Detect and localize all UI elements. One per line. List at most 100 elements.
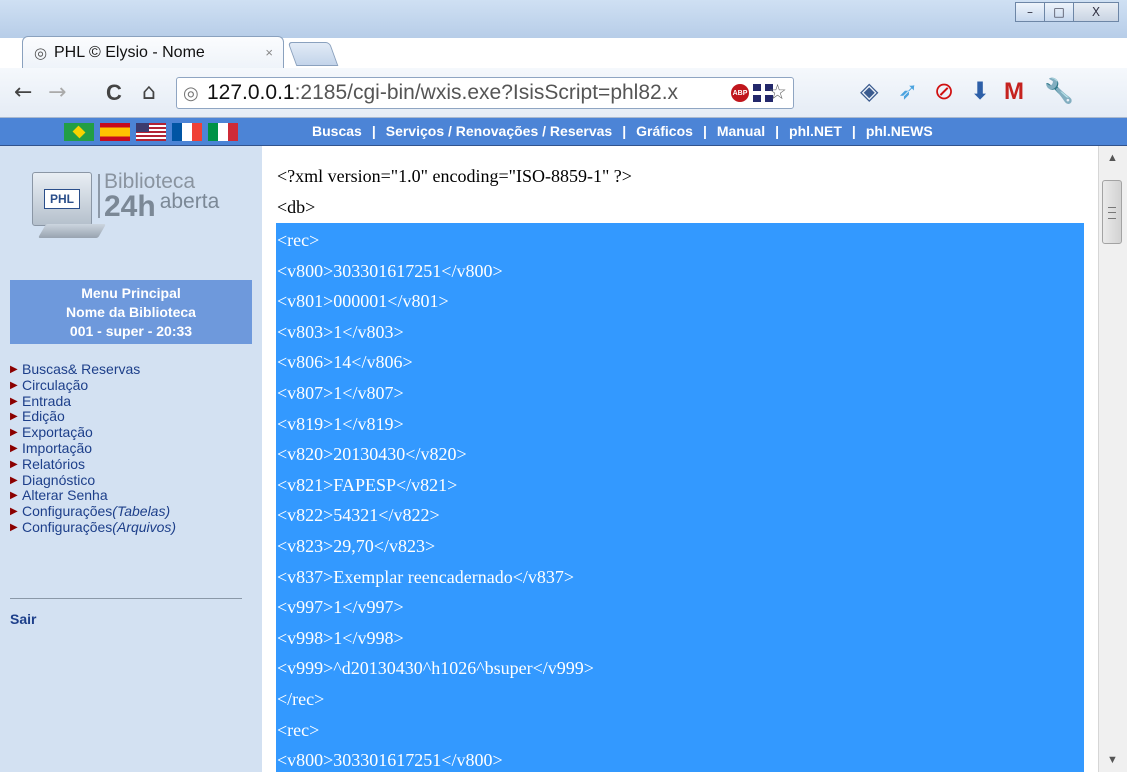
nav-link[interactable]: Buscas (312, 123, 362, 139)
triangle-right-icon: ▶ (10, 364, 18, 375)
menu-title: Menu Principal (81, 285, 181, 301)
back-button[interactable]: ← (14, 80, 32, 105)
reload-button[interactable]: C (106, 80, 122, 106)
xml-line-selected: <v997>1</v997> (277, 597, 404, 618)
spain-flag-icon[interactable] (100, 123, 130, 141)
menu-item-label: Entrada (22, 392, 72, 409)
menu-item-label: Configurações (22, 503, 113, 520)
menu-item-label: Exportação (22, 424, 93, 441)
new-tab-button[interactable] (287, 42, 339, 66)
menu-item[interactable]: ▶ Configurações (Tabelas) (10, 503, 252, 520)
xml-line-selected: <rec> (277, 719, 320, 740)
xml-content: <?xml version="1.0" encoding="ISO-8859-1… (262, 146, 1098, 772)
brazil-flag-icon[interactable] (64, 123, 94, 141)
nav-link[interactable]: phl.NEWS (866, 123, 933, 139)
xml-line-selected: <rec> (277, 230, 320, 250)
browser-tab[interactable]: ◎ PHL © Elysio - Nome × (22, 36, 284, 69)
logout-link[interactable]: Sair (10, 611, 36, 627)
nav-link[interactable]: Gráficos (636, 123, 693, 139)
sidebar: PHL Biblioteca 24h aberta Menu Principal … (0, 146, 262, 772)
nav-link[interactable]: phl.NET (789, 123, 842, 139)
nav-link[interactable]: Manual (717, 123, 765, 139)
triangle-right-icon: ▶ (10, 521, 18, 533)
xml-line-selected: <v801>000001</v801> (277, 291, 449, 312)
xml-line-selected: <v800>303301617251</v800> (277, 260, 503, 281)
menu-item-label: Configurações (22, 518, 113, 535)
menu-item[interactable]: ▶ Relatórios (10, 455, 252, 473)
site-nav-bar: Buscas | Serviços / Renovações / Reservas |… (0, 118, 1127, 146)
address-bar[interactable]: ◎ 127.0.0.1:2185/cgi-bin/wxis.exe?IsisSc… (176, 77, 794, 109)
home-button[interactable]: ⌂ (142, 80, 156, 105)
vertical-scrollbar[interactable]: ▲ ▼ (1098, 146, 1127, 772)
menu-item-label: Buscas& Reservas (22, 361, 141, 377)
menu-item[interactable]: ▶ Circulação (10, 376, 252, 394)
close-window-button[interactable]: X (1073, 2, 1119, 22)
xml-line-selected: <v821>FAPESP</v821> (277, 474, 458, 495)
italy-flag-icon[interactable] (208, 123, 238, 141)
xml-line-selected: <v822>54321</v822> (277, 505, 440, 526)
tab-close-icon[interactable]: × (265, 45, 273, 60)
scroll-thumb[interactable] (1102, 180, 1122, 244)
menu-item-label: Relatórios (22, 455, 86, 472)
triangle-right-icon: ▶ (10, 427, 18, 439)
language-flags (64, 123, 238, 141)
url-path: :2185/cgi-bin/wxis.exe?IsisScript=phl82.… (294, 81, 679, 104)
triangle-right-icon: ▶ (10, 490, 18, 502)
adblock-icon[interactable]: ABP (731, 84, 749, 102)
ext-eye-icon[interactable]: ◈ (860, 78, 878, 106)
menu-header: Menu Principal Nome da Biblioteca 001 - … (10, 280, 252, 344)
menu-item-qualifier: (Arquivos) (112, 518, 177, 535)
xml-line-selected: <v803>1</v803> (277, 321, 404, 342)
triangle-right-icon: ▶ (10, 458, 18, 470)
menu-item-label: Alterar Senha (22, 487, 108, 504)
menu-item[interactable]: ▶ Buscas& Reservas (10, 361, 252, 378)
top-menu: Buscas | Serviços / Renovações / Reservas |… (312, 123, 933, 139)
xml-line: <?xml version="1.0" encoding="ISO-8859-1… (277, 166, 632, 186)
window-titlebar: – □ X (0, 0, 1127, 38)
ext-bird-icon[interactable]: ➶ (898, 78, 918, 106)
triangle-right-icon: ▶ (10, 474, 18, 486)
keyboard-icon (37, 224, 107, 238)
menu-item[interactable]: ▶ Importação (10, 440, 252, 457)
xml-line-selected: <v998>1</v998> (277, 627, 404, 648)
xml-line-selected: <v800>303301617251</v800> (277, 750, 503, 771)
menu-item[interactable]: ▶ Exportação (10, 424, 252, 441)
logo-24h: 24h (104, 190, 156, 223)
wrench-icon[interactable]: 🔧 (1044, 78, 1074, 106)
nav-separator: | (851, 123, 856, 139)
menu-item-label: Diagnóstico (22, 471, 96, 488)
menu-item[interactable]: ▶ Configurações (Arquivos) (10, 518, 252, 536)
menu-item[interactable]: ▶ Edição (10, 409, 252, 425)
nav-separator: | (371, 123, 376, 139)
menu-item[interactable]: ▶ Entrada (10, 392, 252, 410)
france-flag-icon[interactable] (172, 123, 202, 141)
nav-separator: | (702, 123, 707, 139)
nav-separator: | (775, 123, 780, 139)
scroll-up-icon[interactable]: ▲ (1107, 152, 1118, 164)
xml-line-selected: </rec> (277, 689, 325, 709)
xml-line-selected: <v823>29,70</v823> (277, 536, 436, 556)
grip-icon (1108, 207, 1116, 219)
xml-line-selected: <v806>14</v806> (277, 352, 413, 373)
xml-line-selected: <v999>^d20130430^h1026^bsuper</v999> (277, 658, 594, 679)
ext-block-icon[interactable]: ⊘ (934, 78, 954, 106)
menu-item[interactable]: ▶ Alterar Senha (10, 488, 252, 504)
scroll-down-icon[interactable]: ▼ (1107, 754, 1118, 766)
triangle-right-icon: ▶ (10, 379, 18, 391)
nav-link[interactable]: Serviços / Renovações / Reservas (386, 123, 612, 139)
forward-button[interactable]: → (48, 80, 66, 105)
bookmark-star-icon[interactable]: ☆ (768, 80, 787, 105)
usa-flag-icon[interactable] (136, 123, 166, 141)
minimize-button[interactable]: – (1015, 2, 1045, 22)
maximize-button[interactable]: □ (1044, 2, 1074, 22)
library-name: Nome da Biblioteca (66, 304, 196, 320)
ext-download-icon[interactable]: ⬇ (970, 78, 990, 106)
menu-item[interactable]: ▶ Diagnóstico (10, 471, 252, 489)
tab-favicon-icon: ◎ (34, 45, 48, 62)
menu-item-label: Circulação (22, 376, 89, 393)
menu-item-label: Edição (22, 408, 65, 425)
ext-gmail-icon[interactable]: M (1004, 78, 1024, 106)
menu-divider (10, 598, 242, 599)
nav-separator: | (622, 123, 627, 139)
page-info-icon[interactable]: ◎ (183, 83, 199, 104)
